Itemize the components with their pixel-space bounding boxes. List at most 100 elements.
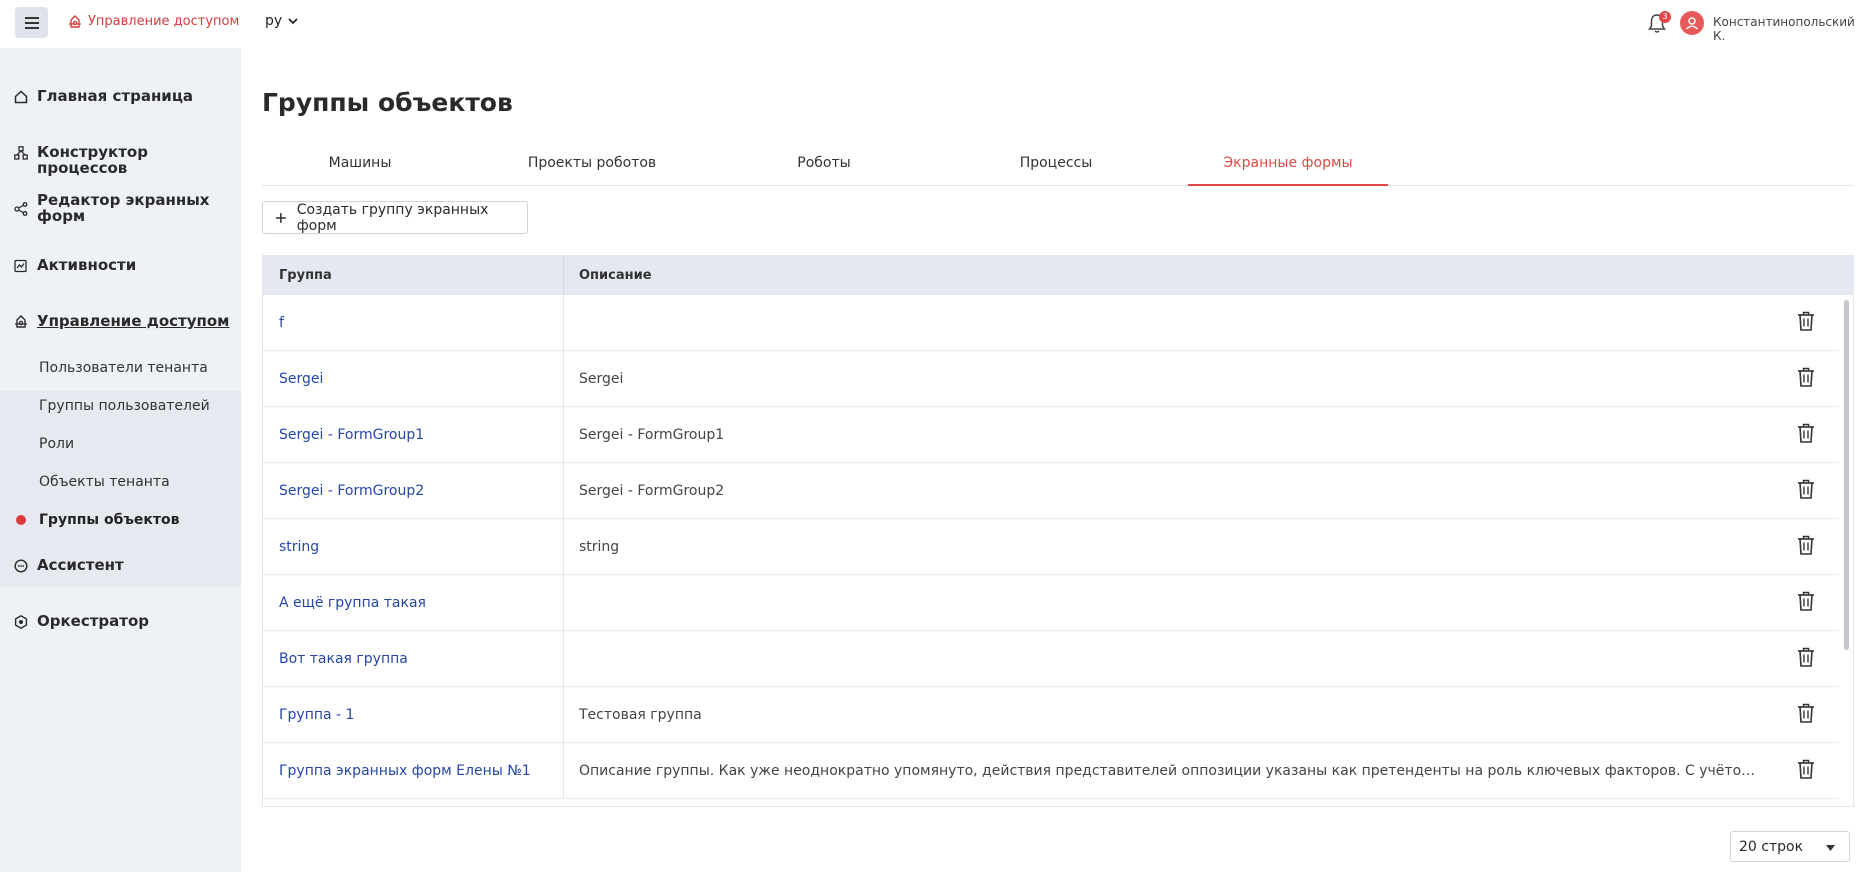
table-row: string string [263,519,1839,575]
create-group-button[interactable]: Создать группу экранных форм [262,201,528,234]
column-divider [563,407,564,463]
tab-processes[interactable]: Процессы [956,148,1156,186]
submenu-item-tenant-objects[interactable]: Объекты тенанта [39,474,170,490]
trash-icon[interactable] [1797,423,1815,443]
tab-robot-projects[interactable]: Проекты роботов [492,148,692,186]
sidebar-item-activities[interactable]: Активности [14,257,136,273]
table-row: Sergei - FormGroup1 Sergei - FormGroup1 [263,407,1839,463]
tab-machines[interactable]: Машины [260,148,460,186]
column-divider [563,575,564,631]
group-description: Sergei [579,371,624,387]
submenu-item-tenant-users[interactable]: Пользователи тенанта [39,360,208,376]
group-name-link[interactable]: Вот такая группа [279,651,408,667]
group-name-link[interactable]: Sergei - FormGroup1 [279,427,424,443]
sidebar-item-label: Оркестратор [37,612,150,630]
group-description: Тестовая группа [579,707,702,723]
tab-screen-forms[interactable]: Экранные формы [1188,148,1388,186]
tabs: Машины Проекты роботов Роботы Процессы Э… [262,148,1854,186]
rows-per-page-value: 20 строк [1739,838,1804,855]
column-divider [563,743,564,799]
trash-icon[interactable] [1797,591,1815,611]
group-description: Sergei - FormGroup2 [579,483,725,499]
group-name-link[interactable]: Группа - 1 [279,707,354,723]
group-name-link[interactable]: Группа экранных форм Елены №1 [279,763,531,779]
column-header-description[interactable]: Описание [579,268,652,283]
sidebar-item-assistant[interactable]: Ассистент [14,557,124,573]
trash-icon[interactable] [1797,479,1815,499]
create-group-label: Создать группу экранных форм [296,201,489,234]
plus-icon [275,212,286,223]
trash-icon[interactable] [1797,759,1815,779]
table-row: А ещё группа такая [263,575,1839,631]
access-icon [69,14,81,28]
sidebar-item-access-control[interactable]: Управление доступом [14,313,229,329]
assistant-icon [14,559,28,573]
table-body: f Sergei Sergei Sergei - FormGroup1 Sergei -… [263,295,1839,799]
trash-icon[interactable] [1797,367,1815,387]
page-title: Группы объектов [262,88,513,117]
home-icon [14,90,28,104]
sidebar-item-form-editor[interactable]: Редактор экранных форм [14,192,214,224]
sidebar-item-label: Управление доступом [37,312,230,330]
trash-icon[interactable] [1797,647,1815,667]
process-icon [14,146,28,160]
column-divider [563,631,564,687]
sidebar-item-label: Главная страница [37,87,194,105]
user-name[interactable]: Константинопольский К. [1713,15,1866,43]
sidebar-item-orchestrator[interactable]: Оркестратор [14,613,149,629]
sidebar-item-label: Конструктор процессов [37,143,148,177]
table-header: Группа Описание [263,256,1853,295]
group-name-link[interactable]: Sergei [279,371,323,387]
hamburger-icon [24,16,39,29]
trash-icon[interactable] [1797,703,1815,723]
sidebar-item-label: Ассистент [37,556,124,574]
top-bar: Управление доступом ру 3 Константинополь… [0,0,1866,46]
rows-per-page-select[interactable]: 20 строк [1730,831,1850,862]
avatar[interactable] [1680,11,1704,35]
group-description: string [579,539,620,555]
sidebar-item-label: Активности [37,256,137,274]
submenu-item-object-groups[interactable]: Группы объектов [39,512,179,528]
tab-robots[interactable]: Роботы [724,148,924,186]
sidebar-item-label: Редактор экранных форм [37,191,210,225]
orchestrator-icon [14,615,28,629]
trash-icon[interactable] [1797,535,1815,555]
module-brand[interactable]: Управление доступом [68,14,239,29]
trash-icon[interactable] [1797,311,1815,331]
user-icon [1685,17,1699,30]
table-row: Группа - 1 Тестовая группа [263,687,1839,743]
brand-label: Управление доступом [88,14,240,29]
column-divider [563,256,564,295]
table-row: f [263,295,1839,351]
column-divider [563,295,564,351]
access-icon [15,315,27,328]
form-editor-icon [14,202,28,216]
groups-table: Группа Описание f Sergei Sergei Sergei - Fo… [262,255,1854,807]
chevron-down-icon [288,17,298,24]
sidebar-item-process-builder[interactable]: Конструктор процессов [14,144,241,176]
activity-icon [14,259,27,273]
caret-down-icon [1826,845,1835,851]
table-row: Sergei - FormGroup2 Sergei - FormGroup2 [263,463,1839,519]
table-row: Вот такая группа [263,631,1839,687]
language-select[interactable]: ру [265,13,298,29]
group-name-link[interactable]: Sergei - FormGroup2 [279,483,424,499]
column-divider [563,463,564,519]
group-description: Описание группы. Как уже неоднократно уп… [579,763,1759,779]
notifications-button[interactable]: 3 [1647,11,1671,34]
group-name-link[interactable]: f [279,315,284,331]
group-name-link[interactable]: А ещё группа такая [279,595,426,611]
column-header-group[interactable]: Группа [279,268,332,283]
submenu-item-roles[interactable]: Роли [39,436,74,452]
group-name-link[interactable]: string [279,539,319,555]
menu-button[interactable] [15,7,48,38]
submenu-item-user-groups[interactable]: Группы пользователей [39,398,210,414]
table-row: Группа экранных форм Елены №1 Описание гр… [263,743,1839,799]
sidebar: Главная страница Конструктор процессов Р… [0,48,241,872]
column-divider [563,351,564,407]
scrollbar-thumb[interactable] [1844,300,1849,650]
column-divider [563,519,564,575]
sidebar-item-home[interactable]: Главная страница [14,88,193,104]
table-row: Sergei Sergei [263,351,1839,407]
active-indicator-dot [16,515,26,525]
